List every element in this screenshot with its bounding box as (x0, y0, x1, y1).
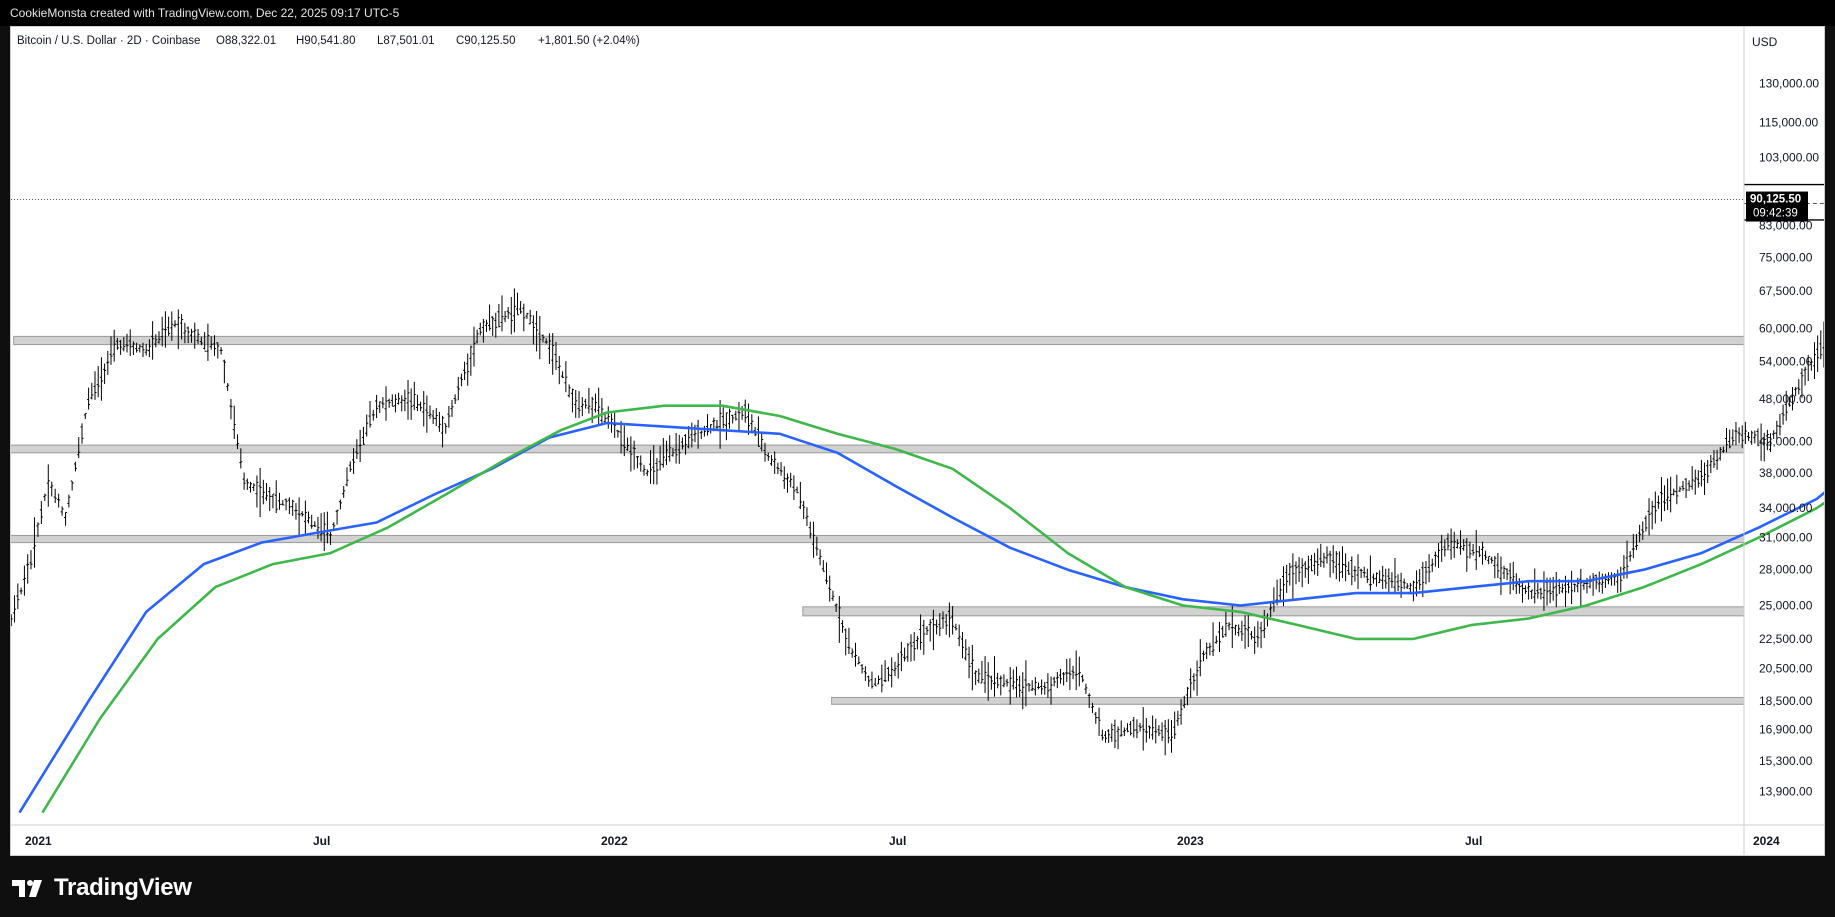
moving-average-blue (18, 421, 1824, 814)
zone-band (831, 696, 1745, 705)
time-tick-label: 2023 (1177, 834, 1204, 848)
price-tick-label: 16,900.00 (1759, 723, 1813, 737)
price-tick-label: 75,000.00 (1759, 251, 1813, 265)
moving-averages (18, 404, 1824, 814)
time-tick-label: 2024 (1753, 834, 1780, 848)
symbol-label: Bitcoin / U.S. Dollar · 2D · Coinbase (17, 35, 200, 47)
attribution-text: CookieMonsta created with TradingView.co… (10, 6, 400, 20)
price-tick-label: 67,500.00 (1759, 284, 1813, 298)
candles (11, 288, 1824, 756)
support-resistance-zones (11, 335, 1745, 705)
price-tick-label: 54,000.00 (1759, 355, 1813, 369)
moving-average-green (41, 404, 1824, 814)
price-tick-label: 28,000.00 (1759, 563, 1813, 577)
zone-band (11, 444, 1745, 454)
time-axis[interactable]: 2021Jul2022Jul2023Jul2024Jul2025Jul2026J… (25, 834, 1824, 848)
price-tick-label: 48,000.00 (1759, 392, 1813, 406)
price-tick-label: 20,500.00 (1759, 661, 1813, 675)
price-tick-label: 60,000.00 (1759, 321, 1813, 335)
tradingview-logo-icon (12, 880, 42, 897)
last-price-label: 90,125.50 (1750, 194, 1801, 206)
ohlc-close: C90,125.50 (456, 35, 515, 47)
footer-bar: TradingView (0, 860, 1835, 917)
legend: Bitcoin / U.S. Dollar · 2D · Coinbase O8… (17, 35, 640, 47)
attribution-bar: CookieMonsta created with TradingView.co… (0, 0, 1835, 26)
ohlc-low: L87,501.01 (377, 35, 435, 47)
price-tick-label: 22,500.00 (1759, 632, 1813, 646)
price-tag: 90,125.50 09:42:39 (1746, 191, 1808, 222)
chart-panel[interactable]: 130,000.00 115,000.00 103,000.00 83,000.00 7… (10, 26, 1825, 856)
price-tick-label: 38,000.00 (1759, 466, 1813, 480)
zone-band (13, 335, 1745, 346)
price-tick-label: 13,900.00 (1759, 784, 1813, 798)
time-tick-label: Jul (1465, 834, 1482, 848)
price-tick-label: 130,000.00 (1759, 77, 1819, 91)
time-tick-label: Jul (313, 834, 330, 848)
price-tick-label: 103,000.00 (1759, 150, 1819, 164)
price-tick-label: 18,500.00 (1759, 694, 1813, 708)
ohlc-open: O88,322.01 (216, 35, 276, 47)
price-tick-label: 25,000.00 (1759, 599, 1813, 613)
price-tick-label: 34,000.00 (1759, 501, 1813, 515)
time-tick-label: 2022 (601, 834, 628, 848)
countdown-label: 09:42:39 (1753, 208, 1798, 220)
tradingview-logo[interactable]: TradingView (12, 874, 192, 902)
price-tick-label: 15,300.00 (1759, 754, 1813, 768)
ohlc-high: H90,541.80 (296, 35, 355, 47)
price-chart[interactable]: 130,000.00115,000.00103,000.0083,000.007… (11, 27, 1824, 855)
currency-label: USD (1752, 35, 1778, 49)
price-tick-label: 31,000.00 (1759, 530, 1813, 544)
time-tick-label: 2021 (25, 834, 52, 848)
brand-name: TradingView (54, 874, 192, 901)
price-tick-label: 42,000.00 (1759, 434, 1813, 448)
time-tick-label: Jul (889, 834, 906, 848)
ohlc-change: +1,801.50 (+2.04%) (538, 35, 640, 47)
price-tick-label: 115,000.00 (1759, 115, 1818, 129)
